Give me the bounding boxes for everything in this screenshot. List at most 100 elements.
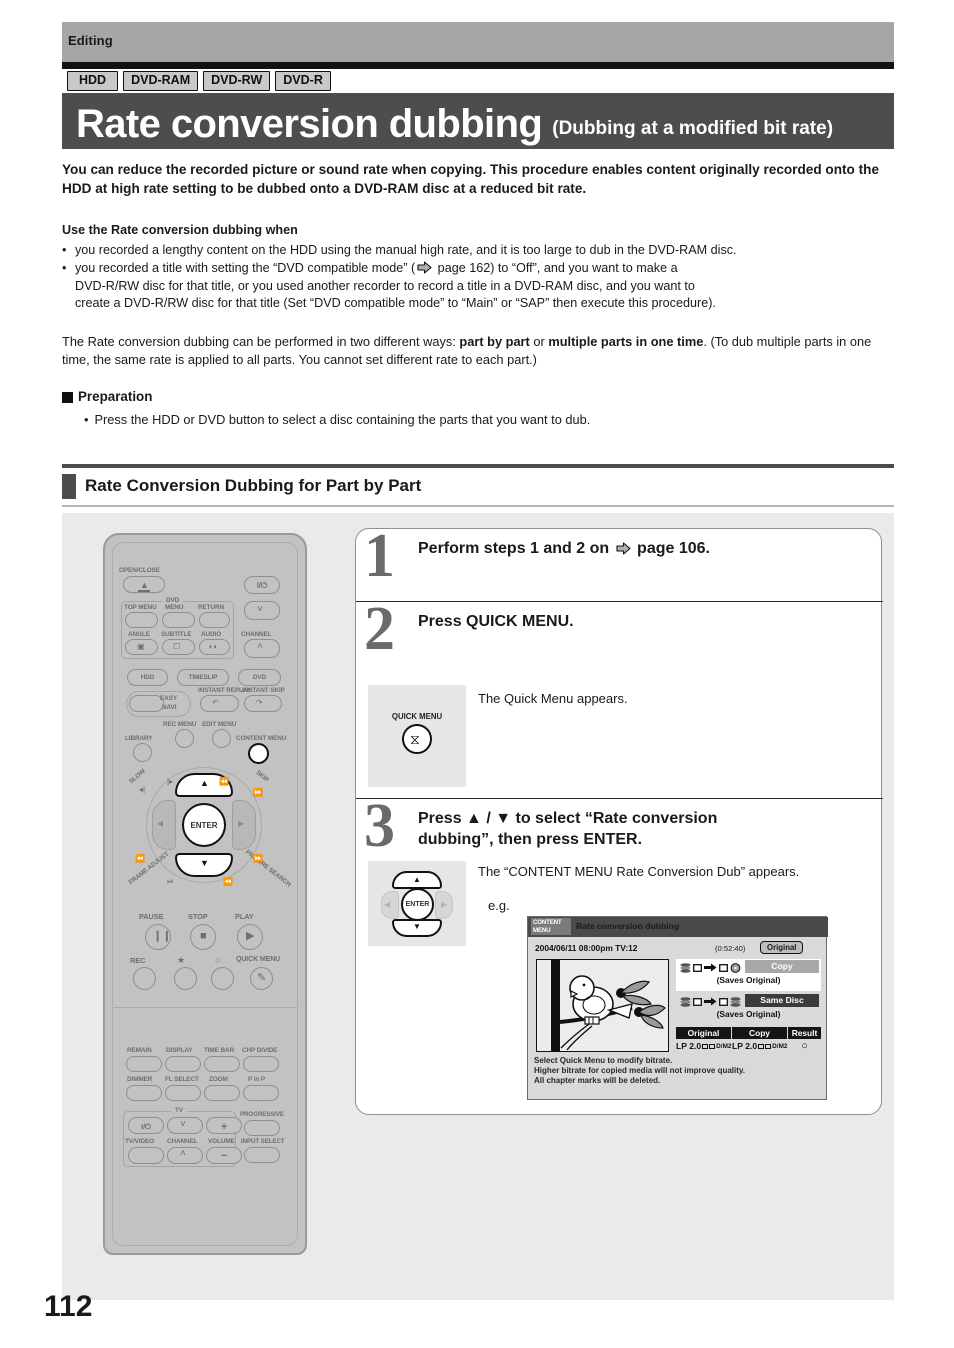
ways-bold-2: multiple parts in one time: [548, 334, 704, 349]
frame-step-icon: ⏯: [167, 877, 174, 886]
remote-label-return: RETURN: [198, 604, 225, 611]
remote-dpad: ▲ ▼ ◀ ▶ ENTER: [146, 767, 262, 883]
play-icon: ▶: [246, 930, 255, 942]
remote-label-top-menu: TOP MENU: [124, 604, 157, 611]
keycap-label-quick-menu: QUICK MENU: [391, 712, 443, 721]
remote-control-illustration: OPEN/CLOSE ▲ I/⏻ DVD TOP MENU MENU RETUR…: [103, 533, 307, 1255]
footer-band: [62, 1286, 894, 1300]
dpad-left-button[interactable]: [152, 800, 176, 850]
tv-duration: (0:52:40): [715, 944, 746, 953]
badge-hdd: HDD: [67, 71, 119, 91]
remote-label-display: DISPLAY: [166, 1047, 193, 1054]
remote-button-top-menu[interactable]: [125, 612, 158, 628]
tv-option-copy[interactable]: Copy (Saves Original): [676, 959, 821, 991]
remote-label-angle: ANGLE: [128, 631, 150, 638]
remote-button-p-in-p[interactable]: [243, 1085, 279, 1101]
running-header: Editing: [62, 22, 894, 62]
remote-button-time-bar[interactable]: [204, 1056, 240, 1072]
tv-rate-table-row: LP 2.0 D/M2 LP 2.0 D/M2 ○: [676, 1039, 821, 1053]
remote-label-content-menu: CONTENT MENU: [236, 735, 287, 742]
tv-option-same-disc-icons: [680, 995, 741, 1008]
remote-label-play: PLAY: [235, 912, 254, 921]
section-top-rule: [62, 464, 894, 468]
remote-label-time-bar: TIME BAR: [204, 1047, 235, 1054]
step-1-head-post: page 106.: [632, 540, 710, 557]
page-number: 112: [44, 1290, 93, 1323]
use-when-section: Use the Rate conversion dubbing when • y…: [62, 222, 900, 313]
step-3-keycap: ◀ ▶ ▲ ▼ ENTER: [368, 861, 466, 946]
step-3-eg-label: e.g.: [488, 898, 510, 913]
remote-button-instant-skip[interactable]: [244, 695, 282, 712]
remote-button-rec[interactable]: [133, 967, 156, 990]
tv-thumbnail: [536, 959, 669, 1052]
remote-button-zoom[interactable]: [204, 1085, 240, 1101]
remote-label-progressive: PROGRESSIVE: [240, 1111, 284, 1118]
skip-icon: ↷: [256, 698, 263, 707]
remote-label-menu: MENU: [165, 604, 184, 611]
remote-label-stop: STOP: [188, 912, 208, 921]
disc-stack-icon: [730, 996, 741, 1007]
remote-button-easy-navi[interactable]: [129, 695, 164, 712]
bird-illustration-icon: [537, 960, 668, 1051]
camera-icon: ▣: [137, 642, 145, 651]
remote-button-instant-replay[interactable]: [200, 695, 239, 712]
content-menu-logo-line2: MENU: [533, 927, 551, 934]
remote-divider: [114, 1007, 298, 1009]
square-bullet-icon: [62, 391, 73, 403]
remote-label-tv-video: TV/VIDEO: [125, 1138, 155, 1145]
remote-button-edit-menu[interactable]: [212, 729, 231, 748]
remote-button-content-menu[interactable]: [248, 743, 269, 764]
part-box-icon: [693, 997, 702, 1006]
remote-button-progressive[interactable]: [244, 1120, 280, 1136]
skip-back-icon: ⏪: [219, 777, 229, 786]
remote-button-menu[interactable]: [162, 612, 195, 628]
tv-option-copy-sub: (Saves Original): [716, 975, 781, 985]
use-when-bullet-1: • you recorded a lengthy content on the …: [62, 242, 900, 260]
arrow-up-icon: ▲: [200, 778, 209, 788]
arrow-left-icon: ◀: [384, 900, 391, 909]
remote-button-rec-menu[interactable]: [175, 729, 194, 748]
chevron-up-icon: ˅: [257, 604, 263, 615]
tv-screen-mockup: CONTENT MENU Rate conversion dubbing 200…: [527, 916, 828, 1100]
remote-button-chp-divide[interactable]: [243, 1056, 279, 1072]
page-title: Rate conversion dubbing: [76, 102, 543, 146]
remote-label-tv-group: TV: [171, 1107, 187, 1114]
remote-button-fl-select[interactable]: [165, 1085, 201, 1101]
remote-label-dvd-group: DVD: [162, 597, 184, 604]
remote-button-display[interactable]: [165, 1056, 201, 1072]
remote-label-remain: REMAIN: [127, 1047, 152, 1054]
remote-button-tv-video[interactable]: [128, 1147, 164, 1164]
step-2-heading: Press QUICK MENU.: [418, 613, 574, 630]
page-ref-arrow-icon: [417, 261, 432, 274]
step-3-dpad-illustration: ◀ ▶ ▲ ▼ ENTER: [378, 869, 456, 937]
plus-icon: +: [220, 1121, 228, 1133]
remote-label-edit-menu: EDIT MENU: [202, 721, 237, 728]
remote-button-enter[interactable]: ENTER: [182, 803, 226, 847]
remote-button-input-select[interactable]: [244, 1147, 280, 1163]
section-heading-text: Rate Conversion Dubbing for Part by Part: [85, 476, 422, 495]
slow-forward-icon: |▸: [167, 777, 174, 786]
tv-rate-header-copy: Copy: [732, 1027, 788, 1039]
remote-button-circle[interactable]: [211, 967, 234, 990]
remote-label-easy: EASY: [160, 695, 178, 702]
tv-rate-original-flag: D/M2: [716, 1042, 732, 1050]
step-3-head-line1: Press ▲ / ▼ to select “Rate conversion: [418, 810, 718, 827]
remote-button-star[interactable]: [174, 967, 197, 990]
disc-stack-icon: [680, 996, 691, 1007]
content-menu-logo: CONTENT MENU: [531, 918, 571, 935]
step-3-number: 3: [364, 792, 395, 860]
part-box-icon: [693, 963, 702, 972]
remote-button-return[interactable]: [199, 612, 230, 628]
tv-option-same-disc[interactable]: Same Disc (Saves Original): [676, 993, 821, 1025]
search-forward-icon: ⏩: [253, 854, 263, 863]
bullet-dot-icon: •: [62, 261, 67, 275]
use-when-heading: Use the Rate conversion dubbing when: [62, 223, 298, 237]
remote-button-remain[interactable]: [126, 1056, 162, 1072]
section-tab-marker: [62, 473, 76, 499]
bullet-2-pre: you recorded a title with setting the “D…: [75, 261, 416, 275]
enter-key-icon[interactable]: ENTER: [401, 888, 434, 921]
remote-label-timeslip: TIMESLIP: [188, 674, 218, 681]
remote-button-dimmer[interactable]: [126, 1085, 162, 1101]
remote-button-library[interactable]: [133, 743, 152, 762]
arrow-left-icon: ◀: [157, 819, 164, 828]
